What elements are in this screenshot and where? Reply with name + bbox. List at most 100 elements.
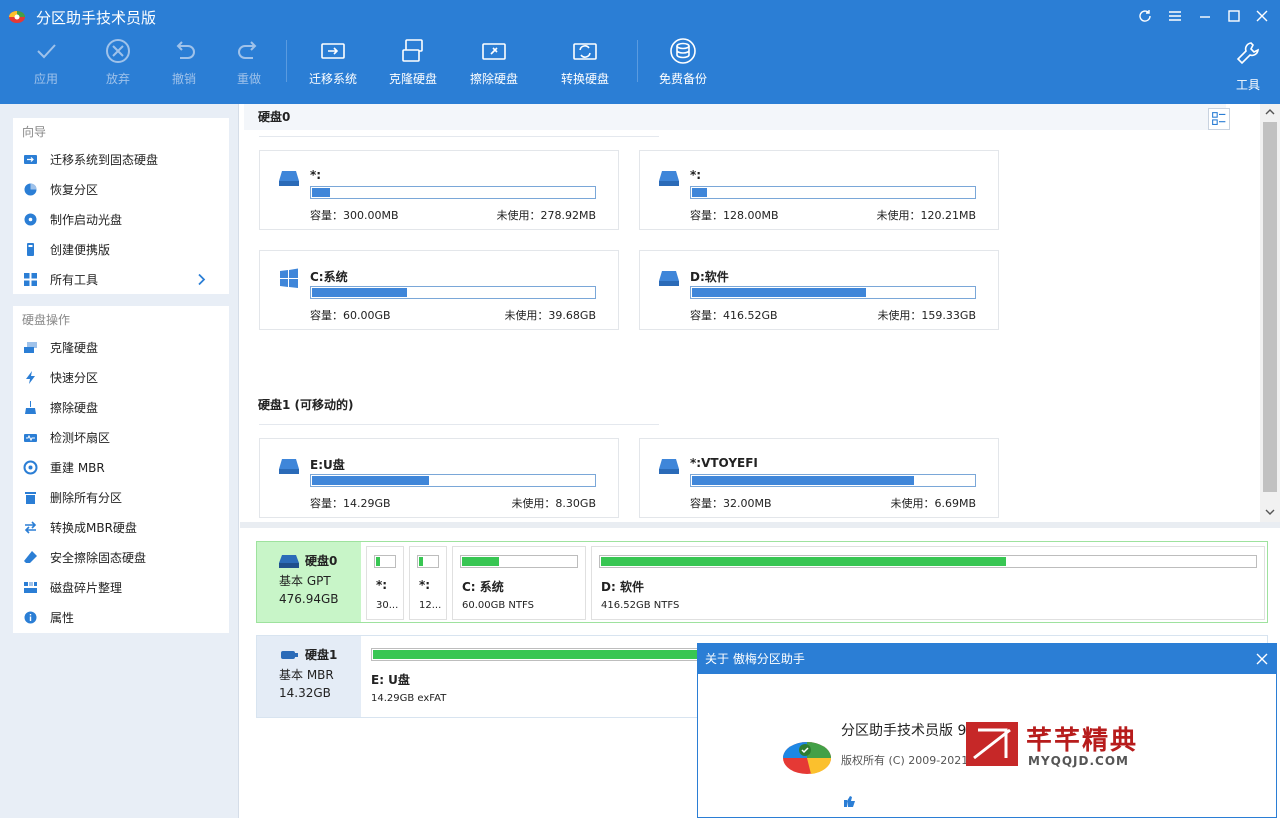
like-hand-icon[interactable] (842, 794, 856, 808)
migrate-system-button[interactable]: 迁移系统 (293, 36, 373, 92)
maximize-button[interactable] (1223, 6, 1245, 26)
free-backup-button[interactable]: 免费备份 (643, 36, 723, 92)
list-view-icon (1212, 112, 1226, 125)
site-watermark: 芊芊精典 MYQQJD.COM (966, 718, 1166, 774)
scroll-down-icon[interactable] (1265, 508, 1275, 516)
partition-block[interactable]: D: 软件 416.52GB NTFS (591, 546, 1265, 620)
scrollbar-thumb[interactable] (1263, 122, 1277, 492)
sidebar-item-clone-disk[interactable]: 克隆硬盘 (13, 332, 229, 362)
vertical-scrollbar[interactable] (1260, 104, 1280, 522)
disk-operations-header: 硬盘操作 (22, 313, 71, 327)
product-logo-icon (783, 742, 832, 774)
product-name: 分区助手技术员版 9.4 (841, 723, 980, 739)
convert-drive-icon (573, 43, 597, 60)
migrate-icon (24, 154, 37, 164)
migrate-drive-icon (321, 43, 345, 59)
check-icon (37, 44, 56, 59)
disk0-header: 硬盘0 (244, 104, 1226, 130)
sidebar-item-defrag[interactable]: 磁盘碎片整理 (13, 572, 229, 602)
wrench-icon (1236, 42, 1259, 65)
tools-button[interactable]: 工具 (1208, 38, 1280, 94)
close-icon[interactable] (1255, 652, 1269, 666)
clone-disk-button[interactable]: 克隆硬盘 (373, 36, 453, 92)
partition-block[interactable]: C: 系统 60.00GB NTFS (452, 546, 586, 620)
disk-operations-panel: 硬盘操作 克隆硬盘 快速分区 擦除硬盘 检测坏扇区 重建 MBR 删除所有分区 … (13, 306, 229, 633)
partition-card[interactable]: *: 容量：300.00MB 未使用：278.92MB (259, 150, 619, 230)
refresh-icon (1139, 10, 1151, 22)
menu-button[interactable] (1164, 6, 1186, 26)
partition-card[interactable]: *:VTOYEFI 容量：32.00MB 未使用：6.69MB (639, 438, 999, 518)
usage-bar (690, 286, 976, 299)
sidebar-item-recover-partition[interactable]: 恢复分区 (13, 174, 229, 204)
delete-icon (25, 491, 36, 504)
usage-bar (310, 474, 596, 487)
disk0-map-row[interactable]: 硬盘0 基本 GPT 476.94GB *: 30... *: 12... C:… (256, 541, 1268, 623)
portable-icon (27, 242, 34, 256)
sidebar-item-delete-all-partitions[interactable]: 删除所有分区 (13, 482, 229, 512)
sidebar-item-wipe-disk[interactable]: 擦除硬盘 (13, 392, 229, 422)
toolbar-separator (637, 40, 638, 82)
clone-icon (24, 341, 37, 353)
sidebar-item-quick-partition[interactable]: 快速分区 (13, 362, 229, 392)
partition-cards-area: 硬盘0 *: 容量：300.00MB 未使用：278.92MB *: 容量：12… (240, 104, 1260, 522)
sidebar-item-convert-mbr[interactable]: 转换成MBR硬盘 (13, 512, 229, 542)
hamburger-icon (1169, 11, 1181, 21)
partition-card[interactable]: *: 容量：128.00MB 未使用：120.21MB (639, 150, 999, 230)
sidebar-item-bootable-disc[interactable]: 制作启动光盘 (13, 204, 229, 234)
close-button[interactable] (1251, 6, 1273, 26)
watermark-emblem-icon (973, 728, 1011, 760)
redo-button[interactable]: 重做 (209, 36, 289, 92)
mbr-icon (23, 460, 38, 474)
sidebar-item-portable[interactable]: 创建便携版 (13, 234, 229, 264)
drive-icon (659, 271, 679, 286)
bad-sector-icon (24, 433, 37, 442)
redo-icon (238, 41, 257, 59)
refresh-button[interactable] (1134, 6, 1156, 26)
windows-icon (280, 268, 298, 288)
sidebar-item-rebuild-mbr[interactable]: 重建 MBR (13, 452, 229, 482)
wipe-disk-button[interactable]: 擦除硬盘 (454, 36, 534, 92)
sidebar-item-migrate-ssd[interactable]: 迁移系统到固态硬盘 (13, 144, 229, 174)
partition-block[interactable]: *: 12... (409, 546, 447, 620)
drive-icon (279, 555, 299, 568)
convert-icon (24, 520, 37, 534)
chevron-right-icon (198, 273, 206, 286)
wipe-icon (25, 400, 36, 414)
view-toggle-button[interactable] (1208, 108, 1230, 130)
divider (259, 136, 659, 137)
cancel-circle-icon (106, 39, 130, 63)
title-bar: 分区助手技术员版 (0, 0, 1280, 32)
clone-drive-icon (402, 39, 423, 62)
minimize-button[interactable] (1194, 6, 1216, 26)
sidebar-item-bad-sector[interactable]: 检测坏扇区 (13, 422, 229, 452)
wizard-panel: 向导 迁移系统到固态硬盘 恢复分区 制作启动光盘 创建便携版 所有工具 (13, 118, 229, 294)
drive-icon (659, 171, 679, 186)
maximize-icon (1228, 10, 1240, 22)
sidebar-item-all-tools[interactable]: 所有工具 (13, 264, 229, 294)
usage-bar (690, 474, 976, 487)
disk1-header: 硬盘1 (可移动的) (244, 392, 1226, 418)
dialog-title: 关于 傲梅分区助手 (705, 652, 805, 666)
toolbar: 分区助手技术员版 应用 放弃 撤销 重做 迁移系统 克隆硬盘 擦除硬盘 转换硬盘… (0, 0, 1280, 104)
eraser-icon (24, 550, 37, 563)
partition-card[interactable]: D:软件 容量：416.52GB 未使用：159.33GB (639, 250, 999, 330)
sidebar-item-properties[interactable]: 属性 (13, 602, 229, 632)
watermark-logo (966, 722, 1018, 766)
wipe-drive-icon (482, 43, 506, 60)
usage-bar (690, 186, 976, 199)
partition-block[interactable]: *: 30... (366, 546, 404, 620)
usage-bar (310, 186, 596, 199)
apply-button[interactable]: 应用 (6, 36, 86, 92)
backup-database-icon (670, 38, 696, 64)
partition-card[interactable]: E:U盘 容量：14.29GB 未使用：8.30GB (259, 438, 619, 518)
scroll-up-icon[interactable] (1265, 108, 1275, 116)
sidebar-item-secure-erase-ssd[interactable]: 安全擦除固态硬盘 (13, 542, 229, 572)
wizard-header: 向导 (22, 125, 47, 139)
pane-splitter[interactable] (240, 522, 1280, 528)
all-tools-icon (24, 272, 37, 286)
partition-card[interactable]: C:系统 容量：60.00GB 未使用：39.68GB (259, 250, 619, 330)
divider (259, 424, 659, 425)
convert-disk-button[interactable]: 转换硬盘 (545, 36, 625, 92)
app-title: 分区助手技术员版 (36, 9, 157, 27)
app-logo-icon (9, 11, 25, 23)
